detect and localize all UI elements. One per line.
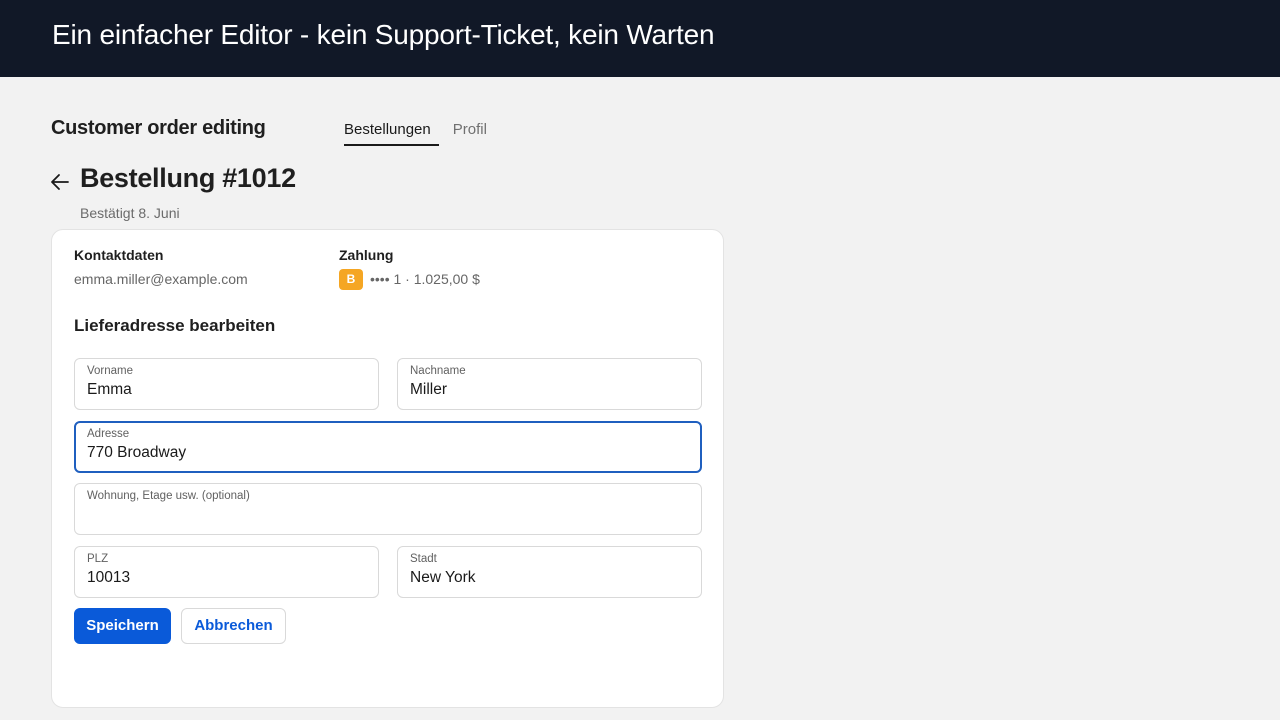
city-field[interactable]: Stadt New York bbox=[397, 546, 702, 598]
tab-profil[interactable]: Profil bbox=[453, 121, 487, 146]
order-card: Kontaktdaten emma.miller@example.com Zah… bbox=[51, 229, 724, 708]
apartment-label: Wohnung, Etage usw. (optional) bbox=[87, 490, 250, 502]
payment-brand-badge: B bbox=[339, 269, 363, 290]
last-name-label: Nachname bbox=[410, 365, 466, 377]
address-label: Adresse bbox=[87, 428, 130, 440]
first-name-label: Vorname bbox=[87, 365, 134, 377]
payment-details: •••• 1 · 1.025,00 $ bbox=[370, 271, 480, 287]
save-button[interactable]: Speichern bbox=[74, 608, 171, 644]
zip-value[interactable]: 10013 bbox=[87, 569, 130, 587]
order-status: Bestätigt 8. Juni bbox=[80, 205, 180, 221]
city-value[interactable]: New York bbox=[410, 569, 475, 587]
tab-bar: Bestellungen Profil bbox=[344, 121, 501, 146]
app-title: Customer order editing bbox=[51, 117, 266, 139]
order-title: Bestellung #1012 bbox=[80, 163, 296, 193]
contact-email: emma.miller@example.com bbox=[74, 271, 248, 287]
arrow-left-icon[interactable] bbox=[49, 171, 71, 193]
contact-label: Kontaktdaten bbox=[74, 247, 164, 263]
address-value[interactable]: 770 Broadway bbox=[87, 444, 186, 462]
cancel-button[interactable]: Abbrechen bbox=[181, 608, 286, 644]
apartment-field[interactable]: Wohnung, Etage usw. (optional) bbox=[74, 483, 702, 535]
last-name-value[interactable]: Miller bbox=[410, 381, 447, 399]
city-label: Stadt bbox=[410, 553, 437, 565]
zip-label: PLZ bbox=[87, 553, 109, 565]
first-name-field[interactable]: Vorname Emma bbox=[74, 358, 379, 410]
form-title: Lieferadresse bearbeiten bbox=[74, 316, 276, 335]
first-name-value[interactable]: Emma bbox=[87, 381, 132, 399]
top-banner: Ein einfacher Editor - kein Support-Tick… bbox=[0, 0, 1280, 77]
address-field[interactable]: Adresse 770 Broadway bbox=[74, 421, 702, 473]
zip-field[interactable]: PLZ 10013 bbox=[74, 546, 379, 598]
payment-label: Zahlung bbox=[339, 247, 394, 263]
tab-bestellungen[interactable]: Bestellungen bbox=[344, 121, 439, 146]
banner-title: Ein einfacher Editor - kein Support-Tick… bbox=[52, 19, 715, 50]
last-name-field[interactable]: Nachname Miller bbox=[397, 358, 702, 410]
